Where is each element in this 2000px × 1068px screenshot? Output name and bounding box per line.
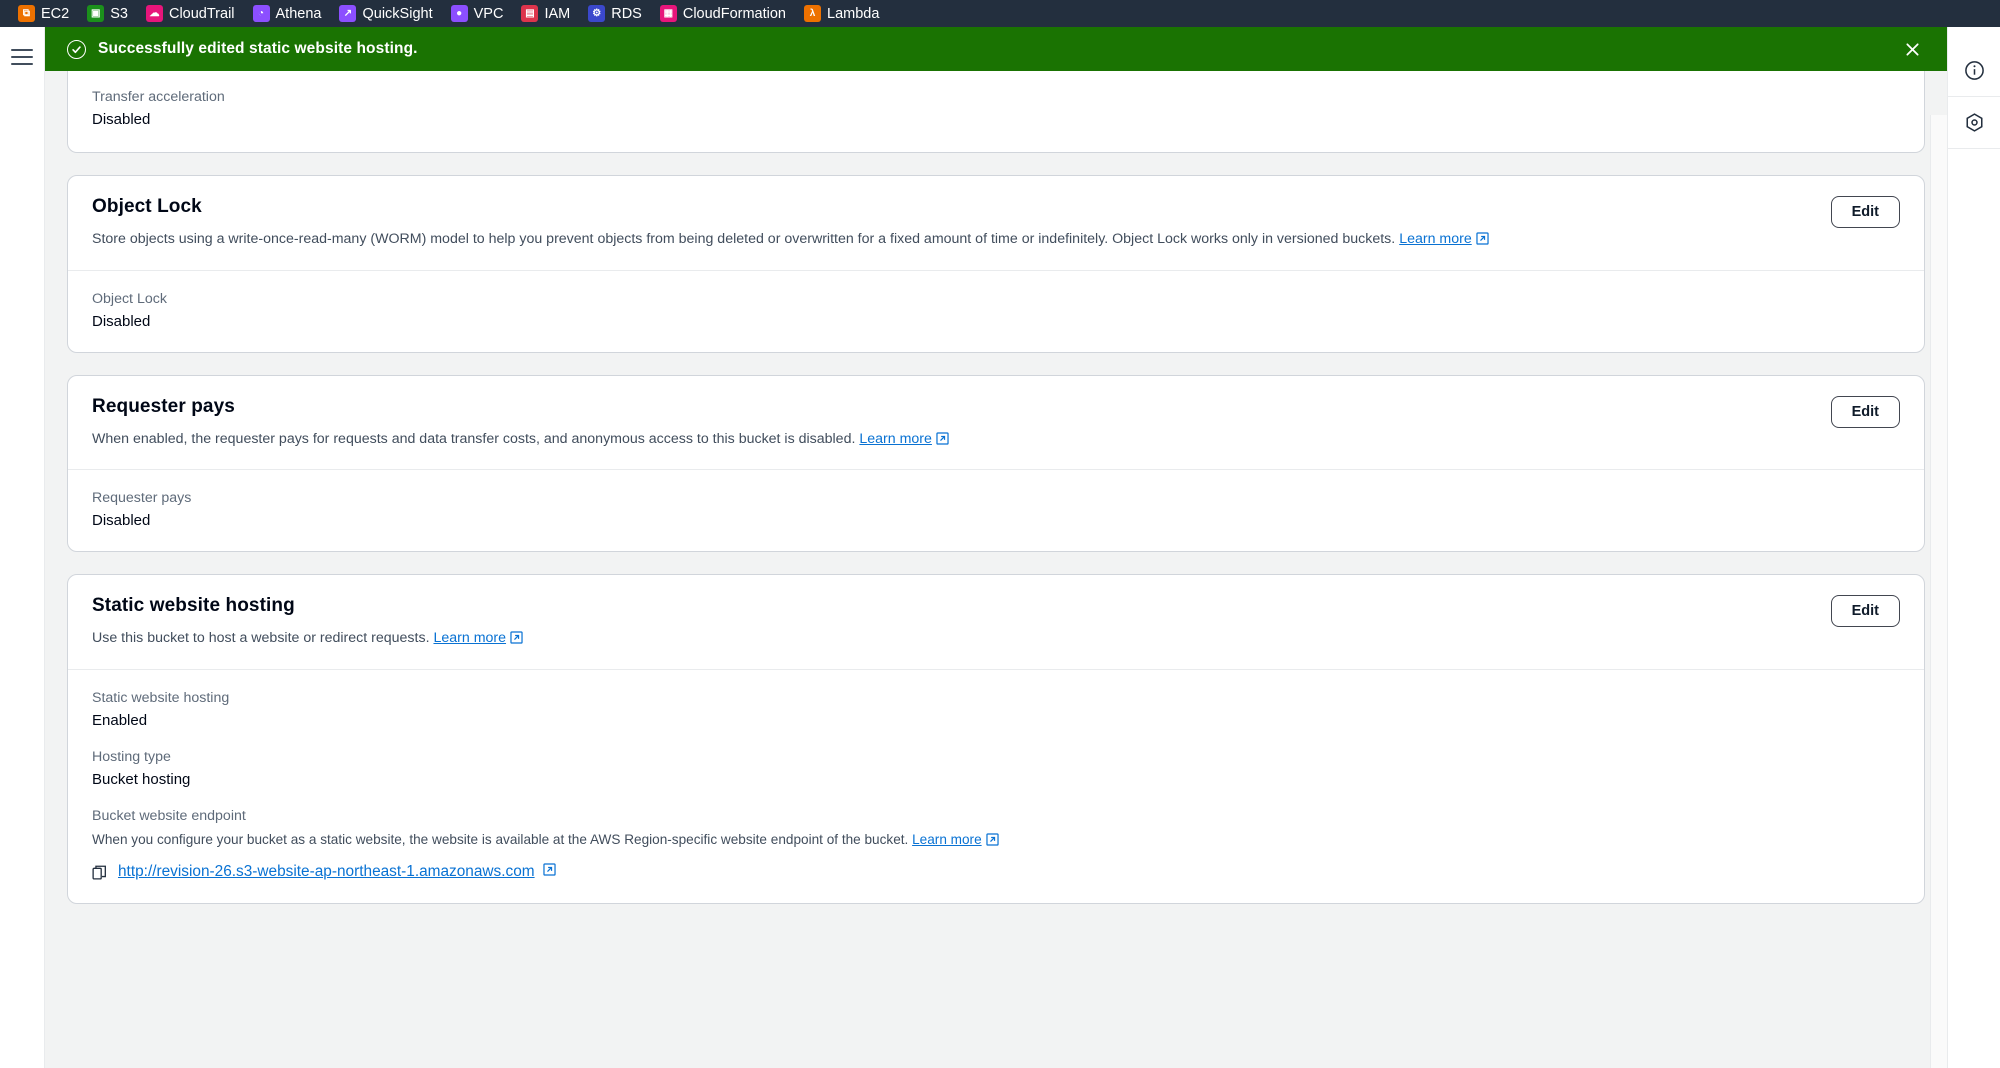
description-text: When you configure your bucket as a stat… [92,831,909,847]
edit-button[interactable]: Edit [1830,595,1900,628]
check-circle-icon [67,39,86,59]
field-value: Disabled [92,512,151,530]
external-link-icon [542,863,556,881]
vpc-icon: ● [450,5,468,22]
external-link-icon [1476,231,1489,252]
external-link-icon [510,630,523,651]
bookmark-label: QuickSight [362,5,433,22]
bucket-website-endpoint-link[interactable]: http://revision-26.s3-website-ap-northea… [118,863,535,881]
bookmark-label: Lambda [827,5,880,22]
static-hosting-status-field: Static website hosting Enabled [92,690,1900,729]
left-navigation-rail [0,27,45,1068]
vertical-scrollbar[interactable] [1930,115,1947,1068]
flash-message: Successfully edited static website hosti… [98,40,418,57]
app-frame: Successfully edited static website hosti… [0,27,2000,1068]
bookmark-label: RDS [611,5,642,22]
cloudformation-icon: ▦ [659,5,677,22]
info-circle-icon[interactable] [1947,45,2000,97]
bookmark-label: S3 [110,5,128,22]
edit-button[interactable]: Edit [1830,395,1900,428]
description-text: Store objects using a write-once-read-ma… [92,231,1396,247]
external-link-icon [936,431,949,452]
field-description: When you configure your bucket as a stat… [92,830,1900,852]
object-lock-card: Object Lock Store objects using a write-… [67,175,1925,353]
transfer-acceleration-card-fragment: Transfer acceleration Disabled [67,71,1925,153]
page-title: Requester pays [92,395,235,417]
bookmark-s3[interactable]: ▣ S3 [87,5,128,22]
main-column: Successfully edited static website hosti… [45,27,1947,1068]
field-label: Requester pays [92,490,192,507]
shield-settings-icon[interactable] [1947,97,2000,149]
field-value: Disabled [92,111,151,128]
settings-scroll-area: Transfer acceleration Disabled Object Lo… [45,71,1947,1068]
bookmark-ec2[interactable]: ⧉ EC2 [18,5,69,22]
browser-bookmarks-bar: ⧉ EC2 ▣ S3 ☁ CloudTrail ◔ Athena ↗ Quick… [0,0,2000,27]
cloudtrail-icon: ☁ [145,5,163,22]
close-icon[interactable] [1899,36,1925,62]
endpoint-row: http://revision-26.s3-website-ap-northea… [92,863,1900,881]
card-body: Static website hosting Enabled Hosting t… [68,670,1924,904]
object-lock-field: Object Lock Disabled [92,291,1900,330]
field-value: Disabled [92,312,151,330]
card-header: Static website hosting Use this bucket t… [68,575,1924,670]
bookmark-quicksight[interactable]: ↗ QuickSight [339,5,433,22]
iam-icon: ▤ [521,5,539,22]
card-description: Store objects using a write-once-read-ma… [92,229,1817,252]
description-text: Use this bucket to host a website or red… [92,630,430,647]
page-title: Static website hosting [92,595,295,617]
external-link-icon [985,832,999,852]
bookmark-label: CloudFormation [682,5,787,22]
card-description: Use this bucket to host a website or red… [92,628,1817,651]
field-label: Bucket website endpoint [92,807,246,824]
quicksight-icon: ↗ [339,5,357,22]
hosting-type-field: Hosting type Bucket hosting [92,749,1900,788]
field-value: Bucket hosting [92,770,191,788]
field-label: Hosting type [92,748,171,765]
field-label: Transfer acceleration [92,89,225,105]
learn-more-link[interactable]: Learn more [433,630,506,646]
bookmark-vpc[interactable]: ● VPC [450,5,504,22]
learn-more-link[interactable]: Learn more [1399,231,1472,247]
athena-icon: ◔ [252,5,270,22]
bookmark-rds[interactable]: ⚙ RDS [588,5,642,22]
bookmark-athena[interactable]: ◔ Athena [252,5,322,22]
transfer-acceleration-field: Transfer acceleration Disabled [92,89,1900,128]
card-body: Object Lock Disabled [68,271,1924,352]
page-title: Object Lock [92,196,202,217]
bookmark-label: VPC [473,5,504,22]
bookmark-label: Athena [275,5,322,22]
requester-pays-field: Requester pays Disabled [92,490,1900,529]
card-body: Requester pays Disabled [68,470,1924,551]
ec2-icon: ⧉ [18,5,35,22]
lambda-icon: λ [804,5,822,22]
static-website-hosting-card: Static website hosting Use this bucket t… [67,574,1925,905]
copy-icon[interactable] [92,865,107,880]
card-description: When enabled, the requester pays for req… [92,429,1817,452]
learn-more-link[interactable]: Learn more [912,832,982,847]
bookmark-cloudformation[interactable]: ▦ CloudFormation [659,5,787,22]
bookmark-lambda[interactable]: λ Lambda [804,5,879,22]
bookmark-iam[interactable]: ▤ IAM [521,5,570,22]
field-label: Static website hosting [92,689,230,706]
field-value: Enabled [92,711,148,729]
right-utility-rail [1947,27,2000,1068]
requester-pays-card: Requester pays When enabled, the request… [67,374,1925,553]
s3-icon: ▣ [87,5,105,22]
bookmark-label: EC2 [41,5,70,22]
field-label: Object Lock [92,290,167,307]
card-header: Object Lock Store objects using a write-… [68,176,1924,271]
rds-icon: ⚙ [588,5,606,22]
bookmark-label: IAM [544,5,571,22]
bucket-website-endpoint-field: Bucket website endpoint When you configu… [92,808,1900,882]
card-header: Requester pays When enabled, the request… [68,376,1924,471]
hamburger-menu-icon[interactable] [11,49,33,70]
bookmark-cloudtrail[interactable]: ☁ CloudTrail [145,5,235,22]
description-text: When enabled, the requester pays for req… [92,430,856,447]
bookmark-label: CloudTrail [168,5,235,22]
edit-button[interactable]: Edit [1830,196,1900,228]
learn-more-link[interactable]: Learn more [859,431,932,447]
success-flash-banner: Successfully edited static website hosti… [45,27,1947,71]
